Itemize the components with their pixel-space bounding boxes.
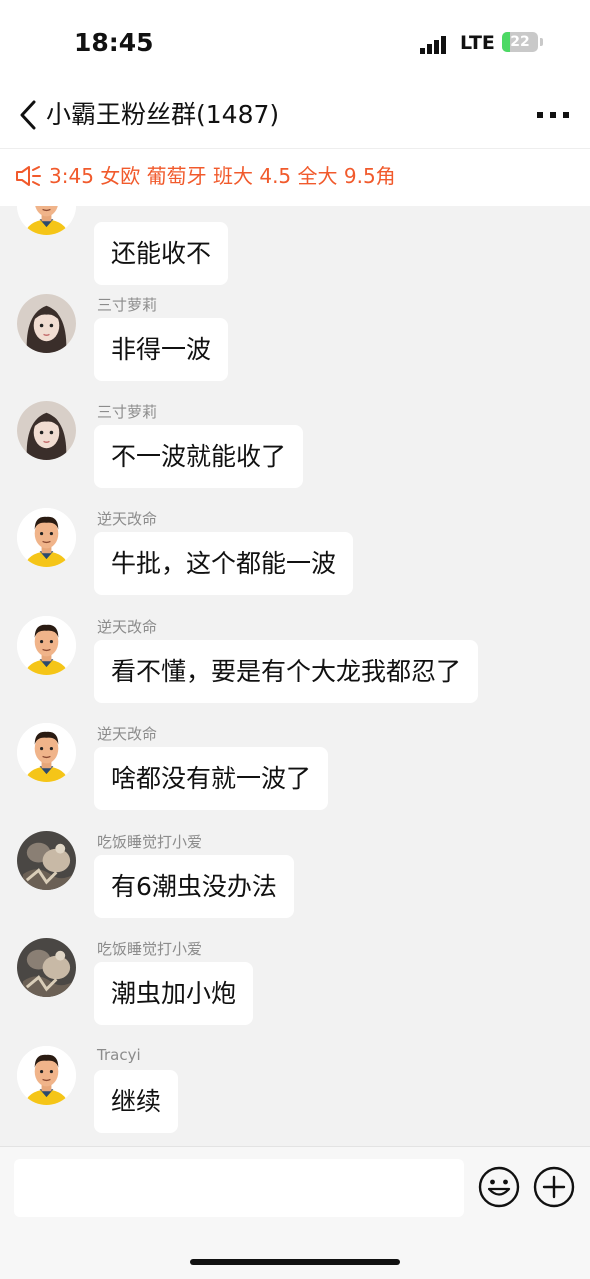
announcement-text: 3:45 女欧 葡萄牙 班大 4.5 全大 9.5角 [49, 164, 396, 188]
message-bubble[interactable]: 潮虫加小炮 [94, 962, 254, 1025]
battery-icon: 22 [502, 32, 538, 52]
avatar-cartoon-icon [17, 206, 76, 235]
message-bubble[interactable]: 不一波就能收了 [94, 425, 304, 488]
status-time: 18:45 [74, 28, 154, 57]
avatar-photo-icon [17, 938, 76, 997]
avatar-girl-icon [17, 401, 76, 460]
message-bubble[interactable]: 非得一波 [94, 318, 229, 381]
more-icon[interactable] [536, 108, 570, 122]
message-input[interactable] [14, 1159, 464, 1217]
group-title[interactable]: 小霸王粉丝群(1487) [46, 98, 279, 132]
battery-percent: 22 [510, 34, 530, 50]
sender-name: Tracyi [97, 1046, 141, 1064]
avatar-girl-icon [17, 294, 76, 353]
message-bubble[interactable]: 还能收不 [94, 222, 229, 285]
message-list[interactable]: 还能收不 三寸萝莉 非得一波 三寸萝莉 不一波就能收了 逆天改命 牛批，这个都能… [0, 206, 590, 1146]
avatar[interactable] [17, 938, 76, 997]
avatar[interactable] [17, 1046, 76, 1105]
sender-name: 逆天改命 [97, 618, 158, 636]
avatar-photo-icon [17, 831, 76, 890]
message-bubble[interactable]: 看不懂，要是有个大龙我都忍了 [94, 640, 479, 703]
avatar-cartoon-icon [17, 508, 76, 567]
speaker-icon [16, 166, 41, 186]
chat-header: 小霸王粉丝群(1487) [0, 86, 590, 149]
sender-name: 逆天改命 [97, 510, 158, 528]
carrier-label: LTE [460, 32, 495, 54]
battery-tip [540, 38, 543, 46]
avatar[interactable] [17, 508, 76, 567]
home-indicator [190, 1259, 400, 1265]
message-bubble[interactable]: 有6潮虫没办法 [94, 855, 294, 918]
signal-icon [420, 36, 446, 54]
message-bubble[interactable]: 牛批，这个都能一波 [94, 532, 354, 595]
message-bubble[interactable]: 继续 [94, 1070, 179, 1133]
message-bubble[interactable]: 啥都没有就一波了 [94, 747, 329, 810]
plus-icon[interactable] [533, 1166, 575, 1208]
avatar-cartoon-icon [17, 723, 76, 782]
sender-name: 逆天改命 [97, 725, 158, 743]
sender-name: 三寸萝莉 [97, 403, 158, 421]
status-bar: 18:45 LTE 22 [0, 0, 590, 86]
avatar[interactable] [17, 206, 76, 235]
group-announcement[interactable]: 3:45 女欧 葡萄牙 班大 4.5 全大 9.5角 [0, 149, 590, 205]
sender-name: 吃饭睡觉打小爱 [97, 940, 203, 958]
avatar[interactable] [17, 616, 76, 675]
avatar-cartoon-icon [17, 1046, 76, 1105]
input-bar [0, 1146, 590, 1279]
emoji-icon[interactable] [478, 1166, 520, 1208]
avatar[interactable] [17, 294, 76, 353]
avatar[interactable] [17, 723, 76, 782]
chevron-left-icon[interactable] [16, 98, 42, 132]
avatar[interactable] [17, 831, 76, 890]
sender-name: 吃饭睡觉打小爱 [97, 833, 203, 851]
avatar[interactable] [17, 401, 76, 460]
avatar-cartoon-icon [17, 616, 76, 675]
sender-name: 三寸萝莉 [97, 296, 158, 314]
